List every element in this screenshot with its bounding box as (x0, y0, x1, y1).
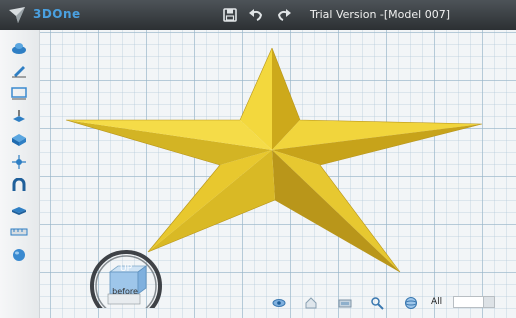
app-name: 3DOne (33, 7, 81, 21)
bottom-view-toolbar: All (260, 293, 510, 313)
sketch-edit-icon[interactable] (10, 86, 28, 100)
view-eye-icon[interactable] (272, 296, 286, 310)
assembly-icon[interactable] (10, 202, 28, 216)
title-bar: 3DOne Trial Version -[Model 007] (0, 0, 516, 30)
special-feature-icon[interactable] (10, 133, 28, 147)
window-title: Trial Version -[Model 007] (310, 8, 450, 21)
left-toolbar (0, 30, 40, 318)
redo-icon[interactable] (276, 7, 292, 23)
chevron-down-icon[interactable] (483, 297, 494, 307)
feature-extrude-icon[interactable] (10, 109, 28, 123)
view-cube-front-label: before (112, 287, 138, 296)
save-icon[interactable] (222, 7, 238, 23)
sketch-pen-icon[interactable] (10, 64, 28, 78)
distance-measure-icon[interactable] (10, 225, 28, 239)
app-logo-icon[interactable] (8, 6, 26, 24)
star-model[interactable] (60, 34, 490, 274)
undo-icon[interactable] (248, 7, 264, 23)
display-mode-icon[interactable] (338, 296, 352, 310)
zoom-icon[interactable] (370, 296, 384, 310)
transform-move-icon[interactable] (10, 155, 28, 169)
color-ball-icon[interactable] (10, 248, 28, 262)
view-cube[interactable] (80, 246, 172, 308)
combine-magnet-icon[interactable] (10, 178, 28, 192)
filter-select[interactable] (453, 296, 495, 308)
home-view-icon[interactable] (304, 296, 318, 310)
visibility-icon[interactable] (404, 296, 418, 310)
filter-label: All (431, 297, 443, 307)
view-cube-face-label: UP (119, 264, 132, 274)
basic-shapes-icon[interactable] (10, 41, 28, 55)
